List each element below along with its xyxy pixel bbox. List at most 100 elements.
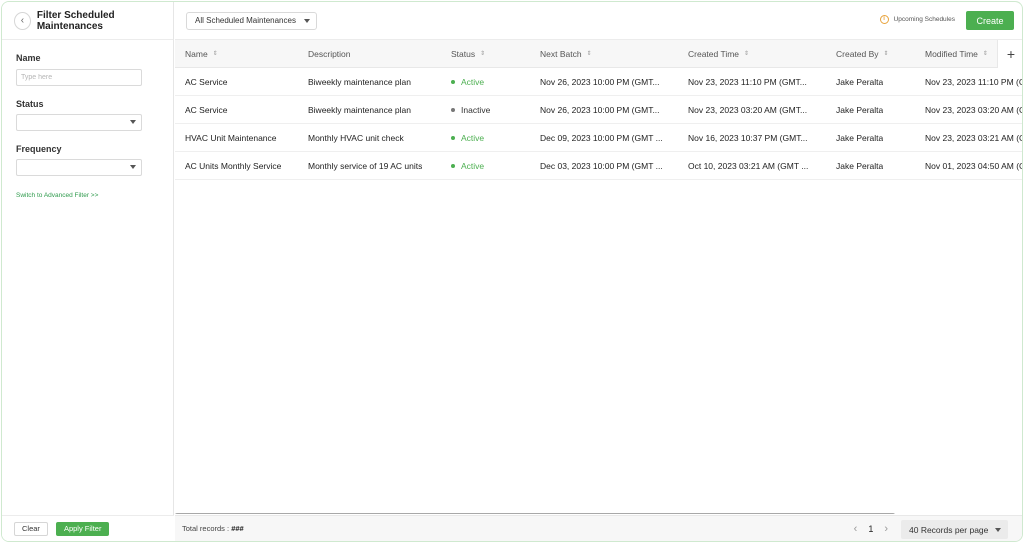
status-text: Active [461, 77, 485, 87]
cell-status: Inactive [451, 96, 490, 124]
total-records-value: ### [231, 524, 244, 533]
cell-status: Active [451, 124, 484, 152]
toolbar: All Scheduled Maintenances i Upcoming Sc… [175, 2, 1022, 40]
sort-icon: ⇕ [586, 50, 592, 57]
sort-icon: ⇕ [982, 50, 988, 57]
table-row[interactable]: AC Units Monthly Service Monthly service… [175, 152, 1023, 180]
cell-next-batch: Dec 03, 2023 10:00 PM (GMT ... [540, 161, 663, 171]
column-header-created-time[interactable]: Created Time ⇕ [688, 40, 749, 68]
cell-name: AC Service [185, 105, 228, 115]
cell-description: Biweekly maintenance plan [308, 105, 412, 115]
frequency-select[interactable] [16, 159, 142, 176]
column-header-next-batch[interactable]: Next Batch ⇕ [540, 40, 592, 68]
column-header-created-by[interactable]: Created By ⇕ [836, 40, 889, 68]
cell-created-time: Nov 23, 2023 03:20 AM (GMT... [688, 105, 808, 115]
filter-actions: Clear Apply Filter [2, 515, 174, 541]
column-label: Created By [836, 49, 879, 59]
cell-description: Monthly service of 19 AC units [308, 161, 423, 171]
cell-next-batch: Nov 26, 2023 10:00 PM (GMT... [540, 105, 660, 115]
column-header-status[interactable]: Status ⇕ [451, 40, 485, 68]
name-label: Name [16, 53, 41, 63]
horizontal-scrollbar[interactable] [175, 513, 1022, 514]
cell-description: Monthly HVAC unit check [308, 133, 404, 143]
total-records: Total records : ### [182, 524, 244, 533]
status-select[interactable] [16, 114, 142, 131]
cell-created-time: Nov 23, 2023 11:10 PM (GMT... [688, 77, 807, 87]
table-footer: Total records : ### ‹ 1 › 40 Records per… [175, 515, 1022, 541]
filter-panel: ‹ Filter Scheduled Maintenances Name Sta… [2, 2, 174, 541]
table-header: Name ⇕ Description Status ⇕ Next Batch ⇕ Cr… [175, 40, 1022, 68]
cell-next-batch: Nov 26, 2023 10:00 PM (GMT... [540, 77, 660, 87]
pagination: ‹ 1 › [849, 516, 893, 541]
records-table: Name ⇕ Description Status ⇕ Next Batch ⇕ Cr… [175, 40, 1023, 514]
status-dot-icon [451, 108, 455, 112]
frequency-filter: Frequency [2, 144, 173, 176]
clear-button[interactable]: Clear [14, 521, 48, 536]
caret-down-icon [130, 120, 136, 124]
status-dot-icon [451, 80, 455, 84]
sort-icon: ⇕ [883, 50, 889, 57]
column-header-modified-time[interactable]: Modified Time ⇕ [925, 40, 988, 68]
cell-created-time: Nov 16, 2023 10:37 PM (GMT... [688, 133, 808, 143]
info-icon: i [879, 15, 889, 24]
caret-down-icon [995, 528, 1001, 532]
cell-name: AC Service [185, 77, 228, 87]
upcoming-schedules-label: Upcoming Schedules [893, 16, 955, 23]
cell-modified-time: Nov 23, 2023 11:10 PM (G [925, 77, 1023, 87]
table-row[interactable]: AC Service Biweekly maintenance plan Act… [175, 68, 1023, 96]
current-page: 1 [868, 524, 874, 534]
cell-created-by: Jake Peralta [836, 105, 884, 115]
status-label: Status [16, 99, 44, 109]
add-column-button[interactable]: + [997, 40, 1022, 68]
main-area: All Scheduled Maintenances i Upcoming Sc… [175, 2, 1023, 541]
caret-down-icon [130, 165, 136, 169]
sort-icon: ⇕ [480, 50, 486, 57]
cell-next-batch: Dec 09, 2023 10:00 PM (GMT ... [540, 133, 663, 143]
status-dot-icon [451, 136, 455, 140]
back-button[interactable]: ‹ [14, 11, 31, 30]
plus-icon: + [1006, 46, 1016, 62]
records-per-page-select[interactable]: 40 Records per page [901, 520, 1008, 539]
scrollbar-thumb[interactable] [175, 513, 895, 514]
frequency-label: Frequency [16, 144, 62, 154]
records-per-page-label: 40 Records per page [909, 524, 989, 535]
column-label: Name [185, 49, 208, 59]
status-text: Active [461, 133, 485, 143]
filter-panel-header: ‹ Filter Scheduled Maintenances [2, 2, 173, 40]
column-header-name[interactable]: Name ⇕ [185, 40, 218, 68]
cell-name: HVAC Unit Maintenance [185, 133, 277, 143]
column-label: Description [308, 49, 351, 59]
cell-modified-time: Nov 01, 2023 04:50 AM (G [925, 161, 1023, 171]
app-frame: ‹ Filter Scheduled Maintenances Name Sta… [1, 1, 1023, 542]
table-row[interactable]: AC Service Biweekly maintenance plan Ina… [175, 96, 1022, 124]
advanced-filter-link[interactable]: Switch to Advanced Filter >> [16, 192, 159, 199]
column-label: Created Time [688, 49, 740, 59]
cell-status: Active [451, 68, 484, 96]
sort-icon: ⇕ [212, 50, 218, 57]
caret-down-icon [303, 18, 310, 23]
status-text: Active [461, 161, 485, 171]
view-select-label: All Scheduled Maintenances [195, 16, 296, 25]
cell-created-by: Jake Peralta [836, 133, 884, 143]
column-label: Status [451, 49, 476, 59]
apply-filter-button[interactable]: Apply Filter [55, 521, 110, 536]
chevron-left-icon[interactable]: ‹ [849, 523, 863, 535]
table-row[interactable]: HVAC Unit Maintenance Monthly HVAC unit … [175, 124, 1022, 152]
column-header-description[interactable]: Description [308, 40, 351, 68]
upcoming-schedules-link[interactable]: i Upcoming Schedules [879, 15, 955, 24]
cell-created-by: Jake Peralta [836, 77, 884, 87]
chevron-right-icon[interactable]: › [879, 523, 893, 535]
filter-panel-title: Filter Scheduled Maintenances [36, 9, 115, 32]
cell-created-time: Oct 10, 2023 03:21 AM (GMT ... [688, 161, 809, 171]
cell-description: Biweekly maintenance plan [308, 77, 412, 87]
cell-created-by: Jake Peralta [836, 161, 884, 171]
total-records-label: Total records : [182, 524, 230, 533]
name-filter: Name [2, 53, 173, 86]
status-filter: Status [2, 99, 173, 131]
name-input[interactable] [16, 69, 142, 86]
column-label: Next Batch [540, 49, 582, 59]
create-button[interactable]: Create [966, 11, 1014, 30]
sort-icon: ⇕ [744, 50, 750, 57]
status-text: Inactive [461, 105, 491, 115]
view-select[interactable]: All Scheduled Maintenances [186, 11, 317, 30]
